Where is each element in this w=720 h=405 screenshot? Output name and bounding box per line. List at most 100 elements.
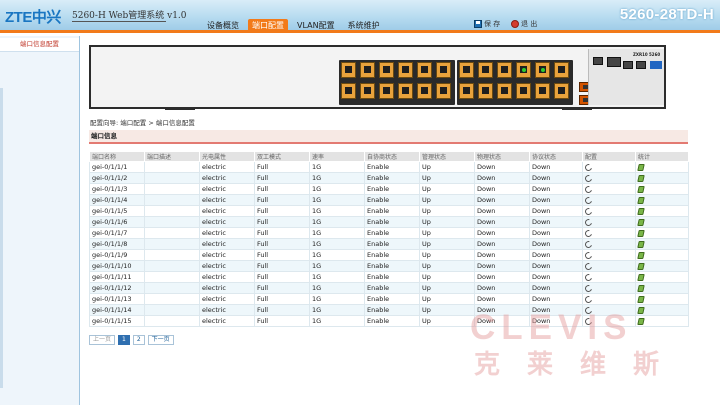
wrench-icon[interactable] <box>583 294 594 304</box>
prev-page-button[interactable]: 上一页 <box>89 335 116 345</box>
chart-icon[interactable] <box>637 273 645 281</box>
switch-brand-label: ZXR10 5260 <box>633 52 661 57</box>
cell-desc <box>144 161 200 173</box>
page-button-1[interactable]: 1 <box>118 335 130 345</box>
nav-tab-0[interactable]: 设备概览 <box>203 19 243 32</box>
cell-duplex: Full <box>254 282 310 294</box>
cell-autoneg: Enable <box>364 293 420 305</box>
cell-proto: Down <box>529 194 583 206</box>
cell-stats <box>635 304 689 316</box>
cell-stats <box>635 216 689 228</box>
ethernet-port-6[interactable] <box>379 83 394 99</box>
port-table: 端口名称 端口描述 光电属性 双工模式 速率 自协商状态 管理状态 物理状态 协议状态 配置 统计 … <box>89 151 689 327</box>
column-header-0: 端口名称 <box>89 151 145 162</box>
usb-port[interactable] <box>623 61 633 69</box>
ethernet-port-12[interactable] <box>436 83 451 99</box>
ethernet-port-16[interactable] <box>478 83 493 99</box>
cell-phy: Down <box>474 271 530 283</box>
next-page-button[interactable]: 下一页 <box>147 335 174 345</box>
ethernet-port-5[interactable] <box>379 62 394 78</box>
nav-tab-2[interactable]: VLAN配置 <box>293 19 339 32</box>
page-button-2[interactable]: 2 <box>132 335 145 345</box>
chart-icon[interactable] <box>637 229 645 237</box>
cell-duplex: Full <box>254 293 310 305</box>
chart-icon[interactable] <box>637 174 645 182</box>
chart-icon[interactable] <box>637 240 645 248</box>
cell-autoneg: Enable <box>364 282 420 294</box>
wrench-icon[interactable] <box>583 173 594 183</box>
mgmt-port[interactable] <box>607 57 621 67</box>
ethernet-port-11[interactable] <box>436 62 451 78</box>
wrench-icon[interactable] <box>583 217 594 227</box>
wrench-icon[interactable] <box>583 228 594 238</box>
ethernet-port-15[interactable] <box>478 62 493 78</box>
cell-speed: 1G <box>309 172 365 184</box>
chart-icon[interactable] <box>637 284 645 292</box>
chart-icon[interactable] <box>637 306 645 314</box>
wrench-icon[interactable] <box>583 272 594 282</box>
cell-config <box>582 183 636 195</box>
ethernet-port-1[interactable] <box>341 62 356 78</box>
save-button[interactable]: 保 存 <box>474 19 500 29</box>
wrench-icon[interactable] <box>583 184 594 194</box>
ethernet-port-24[interactable] <box>554 83 569 99</box>
chart-icon[interactable] <box>637 185 645 193</box>
table-row: gei-0/1/1/1 electric Full 1G Enable Up Down Dow… <box>89 161 689 173</box>
cell-config <box>582 271 636 283</box>
console-port[interactable] <box>593 57 603 65</box>
chart-icon[interactable] <box>637 295 645 303</box>
chart-icon[interactable] <box>637 317 645 325</box>
chart-icon[interactable] <box>637 251 645 259</box>
chart-icon[interactable] <box>637 196 645 204</box>
nav-tab-3[interactable]: 系统维护 <box>344 19 384 32</box>
cell-duplex: Full <box>254 227 310 239</box>
ethernet-port-13[interactable] <box>459 62 474 78</box>
chart-icon[interactable] <box>637 207 645 215</box>
wrench-icon[interactable] <box>583 195 594 205</box>
wrench-icon[interactable] <box>583 261 594 271</box>
cell-config <box>582 205 636 217</box>
chart-icon[interactable] <box>637 163 645 171</box>
floppy-disk-icon <box>474 20 482 28</box>
ethernet-port-10[interactable] <box>417 83 432 99</box>
wrench-icon[interactable] <box>583 206 594 216</box>
cell-admin: Up <box>419 194 475 206</box>
ethernet-port-3[interactable] <box>360 62 375 78</box>
aux-port[interactable] <box>636 61 646 69</box>
table-row: gei-0/1/1/7 electric Full 1G Enable Up Down Dow… <box>89 227 689 239</box>
wrench-icon[interactable] <box>583 239 594 249</box>
cell-desc <box>144 315 200 327</box>
ethernet-port-14[interactable] <box>459 83 474 99</box>
ethernet-port-23[interactable] <box>554 62 569 78</box>
table-row: gei-0/1/1/3 electric Full 1G Enable Up Down Dow… <box>89 183 689 195</box>
cell-phy: Down <box>474 216 530 228</box>
ethernet-port-2[interactable] <box>341 83 356 99</box>
ethernet-port-22[interactable] <box>535 83 550 99</box>
ethernet-port-4[interactable] <box>360 83 375 99</box>
ethernet-port-18[interactable] <box>497 83 512 99</box>
wrench-icon[interactable] <box>583 162 594 172</box>
ethernet-port-19[interactable] <box>516 62 531 78</box>
ethernet-port-9[interactable] <box>417 62 432 78</box>
ethernet-port-8[interactable] <box>398 83 413 99</box>
cell-speed: 1G <box>309 161 365 173</box>
column-header-1: 端口描述 <box>144 151 200 162</box>
ethernet-port-20[interactable] <box>516 83 531 99</box>
nav-tab-1[interactable]: 端口配置 <box>248 19 288 32</box>
cell-config <box>582 249 636 261</box>
exit-button[interactable]: 退 出 <box>511 19 537 29</box>
cell-config <box>582 260 636 272</box>
cell-duplex: Full <box>254 194 310 206</box>
ethernet-port-17[interactable] <box>497 62 512 78</box>
wrench-icon[interactable] <box>583 283 594 293</box>
ethernet-port-21[interactable] <box>535 62 550 78</box>
chart-icon[interactable] <box>637 218 645 226</box>
chart-icon[interactable] <box>637 262 645 270</box>
sidebar-item-port-info[interactable]: 端口信息配置 <box>0 38 79 52</box>
cell-duplex: Full <box>254 172 310 184</box>
wrench-icon[interactable] <box>583 250 594 260</box>
sidebar-scrollbar[interactable] <box>0 88 3 388</box>
cell-medium: electric <box>199 216 255 228</box>
ethernet-port-7[interactable] <box>398 62 413 78</box>
cell-medium: electric <box>199 172 255 184</box>
